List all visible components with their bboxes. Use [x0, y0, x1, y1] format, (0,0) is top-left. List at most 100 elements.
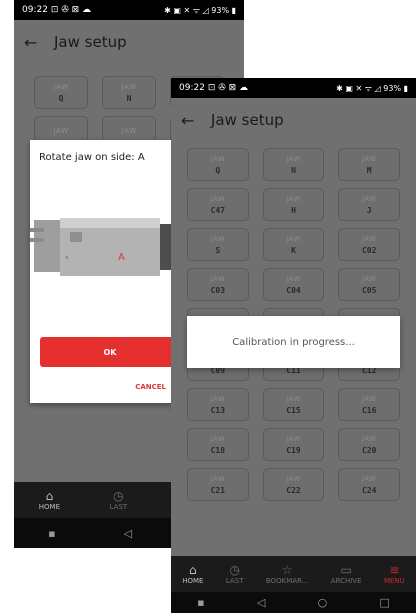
status-right-icons: ✱ ▣ ✕ ᯤ ◿ 93% ▮ [336, 83, 408, 93]
jaw-tile-label: JAW [286, 394, 301, 403]
nav-item[interactable]: ▭ ARCHIVE [330, 563, 362, 585]
jaw-tile-label: JAW [286, 154, 301, 163]
page-title: Jaw setup [54, 33, 127, 51]
jaw-tile-value: C24 [361, 485, 377, 495]
jaw-tile-value: C15 [286, 405, 301, 415]
jaw-tile[interactable]: JAW C22 [262, 468, 325, 501]
jaw-tile-value: C21 [210, 485, 226, 495]
calibration-message: Calibration in progress... [232, 336, 355, 348]
cancel-button[interactable]: CANCEL [135, 383, 166, 391]
nav-item[interactable]: ⌂ HOME [38, 489, 61, 511]
jaw-image: A ‹ [30, 202, 180, 292]
jaw-tile-value: K [291, 245, 296, 255]
jaw-tile-value: N [126, 93, 132, 103]
jaw-tile[interactable]: JAW C47 [187, 188, 249, 221]
jaw-tile[interactable]: JAW N [262, 148, 325, 181]
jaw-tile-label: JAW [121, 82, 137, 91]
jaw-tile-label: JAW [210, 194, 226, 203]
jaw-tile-label: JAW [286, 274, 301, 283]
jaw-tile-value: C20 [361, 445, 377, 455]
jaw-tile-value: C03 [210, 285, 226, 295]
jaw-tile-label: JAW [286, 474, 301, 483]
jaw-tile[interactable]: JAW N [102, 76, 156, 109]
jaw-tile[interactable]: JAW C13 [187, 388, 249, 421]
jaw-tile[interactable]: JAW K [262, 228, 325, 261]
jaw-tile-label: JAW [121, 127, 137, 135]
jaw-tile[interactable]: JAW M [338, 148, 400, 181]
jaw-tile-label: JAW [53, 82, 69, 91]
jaw-tile[interactable]: JAW C20 [338, 428, 400, 461]
nav-item[interactable]: ☆BOOKMAR... [266, 563, 308, 585]
dialog-title: Rotate jaw on side: A [39, 152, 145, 163]
jaw-tile[interactable]: JAW C02 [338, 228, 400, 261]
jaw-tile[interactable]: JAW C03 [187, 268, 249, 301]
nav-item[interactable]: ⌂ HOME [182, 562, 204, 585]
jaw-tile-value: C18 [210, 445, 226, 455]
back-arrow-icon[interactable]: ← [181, 111, 203, 130]
status-right-icons: ✱ ▣ ✕ ᯤ ◿ 93% ▮ [164, 5, 236, 15]
jaw-tile-label: JAW [210, 154, 226, 163]
jaw-tile-label: JAW [286, 434, 301, 443]
svg-text:‹: ‹ [65, 253, 69, 263]
system-nav-button[interactable]: ◁ [124, 527, 132, 540]
jaw-tile[interactable]: JAW S [187, 228, 249, 261]
jaw-tile-value: Q [58, 93, 64, 103]
jaw-tile-label: JAW [286, 194, 301, 203]
nav-item-icon: ⌂ [189, 562, 197, 577]
jaw-tile[interactable]: JAW C21 [187, 468, 249, 501]
jaw-tile-value: H [291, 205, 296, 215]
nav-item-label: LAST [225, 576, 244, 585]
jaw-tile-value: M [366, 165, 372, 175]
bottom-nav: ⌂ HOME ◷ LAST ☆ BOOKMAR... ▭ ARCHIVE ≡ MENU [171, 556, 416, 592]
system-nav-button[interactable]: □ [379, 596, 389, 609]
jaw-tile-value: C05 [361, 285, 377, 295]
system-nav-button[interactable]: ▪ [197, 596, 204, 609]
nav-item-icon: ≡ [389, 562, 400, 577]
nav-item-label: HOME [38, 502, 61, 511]
jaw-tile-label: JAW [53, 127, 69, 135]
jaw-tile-label: JAW [210, 434, 226, 443]
jaw-tile[interactable]: JAW C19 [262, 428, 325, 461]
status-left-icons: ⊡ ✇ ⊠ ☁ [50, 5, 92, 15]
ok-button[interactable]: OK [40, 337, 180, 367]
rotate-jaw-dialog: Rotate jaw on side: A A ‹ OK CANCEL [30, 140, 180, 403]
jaw-tile-label: JAW [361, 274, 377, 283]
jaw-tile-value: C19 [286, 445, 301, 455]
jaw-tile-label: JAW [361, 394, 377, 403]
nav-item-label: HOME [182, 576, 204, 585]
jaw-tile[interactable]: JAW C16 [338, 388, 400, 421]
jaw-tile-label: JAW [361, 474, 377, 483]
system-nav-button[interactable]: ▪ [48, 527, 55, 540]
jaw-tile-label: JAW [210, 394, 226, 403]
nav-item-icon: ◷ [113, 488, 124, 503]
jaw-side-letter: A [118, 252, 125, 263]
system-nav-button[interactable]: ○ [318, 596, 328, 609]
jaw-tile-label: JAW [361, 434, 377, 443]
jaw-tile[interactable]: JAW C04 [262, 268, 325, 301]
jaw-tile[interactable]: JAW C15 [262, 388, 325, 421]
jaw-tile[interactable]: JAW J [338, 188, 400, 221]
jaw-tile[interactable]: JAW C18 [187, 428, 249, 461]
jaw-tile-label: JAW [210, 274, 226, 283]
jaw-tile[interactable]: JAW C05 [338, 268, 400, 301]
page-title: Jaw setup [211, 111, 284, 129]
back-arrow-icon[interactable]: ← [24, 33, 46, 52]
jaw-tile[interactable]: JAW Q [34, 76, 88, 109]
system-nav-button[interactable]: ◁ [257, 596, 265, 609]
nav-item-label: ARCHIVE [330, 576, 362, 585]
jaw-tile[interactable]: JAW H [262, 188, 325, 221]
status-time: 09:22 [179, 83, 205, 93]
status-bar: 09:22 ⊡ ✇ ⊠ ☁ ✱ ▣ ✕ ᯤ ◿ 93% ▮ [171, 78, 416, 98]
jaw-tile[interactable]: JAW Q [187, 148, 249, 181]
nav-item[interactable]: ◷ LAST [110, 488, 128, 511]
status-time: 09:22 [22, 5, 48, 15]
jaw-tile-label: JAW [210, 234, 226, 243]
jaw-tile-value: S [215, 245, 221, 255]
nav-item[interactable]: ◷ LAST [225, 563, 244, 585]
nav-item[interactable]: ≡ MENU [384, 562, 405, 585]
jaw-tile-value: C04 [286, 285, 301, 295]
jaw-tile-label: JAW [210, 474, 226, 483]
jaw-tile-value: N [291, 165, 296, 175]
jaw-tile-value: C13 [210, 405, 226, 415]
jaw-tile[interactable]: JAW C24 [338, 468, 400, 501]
